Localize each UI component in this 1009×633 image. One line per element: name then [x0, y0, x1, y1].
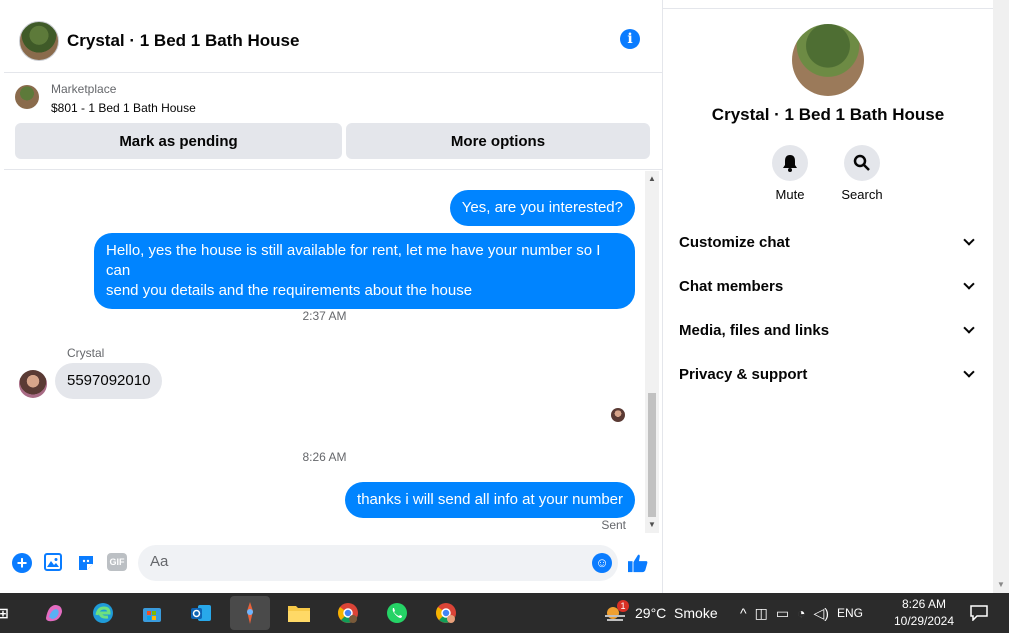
message-list[interactable]: Yes, are you interested? Hello, yes the … [4, 171, 645, 533]
battery-icon[interactable]: ▭ [776, 605, 789, 622]
message-input-wrapper: ☺ [138, 545, 618, 581]
profile-avatar[interactable] [792, 24, 864, 96]
listing-thumbnail[interactable] [15, 85, 39, 109]
seen-indicator-avatar [611, 408, 625, 422]
wifi-icon[interactable]: ◔ [797, 605, 805, 621]
sticker-icon[interactable] [76, 553, 96, 573]
search-icon [844, 145, 880, 181]
chrome-profile-icon[interactable] [333, 599, 363, 627]
chat-avatar[interactable] [19, 20, 59, 61]
marketplace-card: Marketplace $801 - 1 Bed 1 Bath House Ma… [4, 73, 663, 170]
page-scrollbar[interactable]: ▼ [993, 0, 1009, 593]
scroll-down-icon[interactable]: ▼ [997, 580, 1005, 589]
app-active-icon[interactable] [230, 596, 270, 630]
chevron-down-icon [963, 322, 975, 334]
gif-icon[interactable]: GIF [107, 553, 127, 571]
chrome-profile-2-icon[interactable] [431, 599, 461, 627]
message-scrollbar[interactable]: ▲ ▼ [645, 171, 659, 533]
message-outgoing[interactable]: Hello, yes the house is still available … [94, 233, 635, 309]
chevron-down-icon [963, 234, 975, 246]
weather-badge: 1 [617, 600, 629, 612]
store-icon[interactable] [137, 599, 167, 627]
message-line: Hello, yes the house is still available … [106, 242, 601, 279]
info-icon[interactable]: i [620, 29, 640, 49]
mute-label: Mute [775, 187, 805, 202]
timestamp: 2:37 AM [302, 309, 347, 323]
clock-date: 10/29/2024 [893, 614, 955, 628]
message-outgoing[interactable]: thanks i will send all info at your numb… [345, 482, 635, 518]
plus-icon[interactable]: + [12, 553, 32, 573]
thumbs-up-icon[interactable] [628, 553, 648, 573]
chat-panel: Crystal · 1 Bed 1 Bath House i Marketpla… [0, 0, 663, 593]
composer: + GIF ☺ [4, 535, 663, 591]
weather-widget[interactable]: 1 29°C Smoke [603, 593, 718, 633]
task-view-icon[interactable]: ⊞ [0, 599, 12, 627]
language-indicator[interactable]: ENG [837, 606, 863, 620]
message-line: send you details and the requirements ab… [106, 282, 473, 299]
message-incoming[interactable]: 5597092010 [55, 363, 163, 399]
chat-members-row[interactable]: Chat members [679, 271, 979, 301]
row-label: Customize chat [679, 233, 790, 251]
notification-icon[interactable] [964, 599, 994, 627]
scroll-thumb[interactable] [648, 393, 656, 517]
scroll-up-icon[interactable]: ▲ [648, 174, 656, 183]
weather-text: 29°C Smoke [635, 605, 718, 621]
chat-title[interactable]: Crystal · 1 Bed 1 Bath House [67, 31, 299, 51]
whatsapp-icon[interactable] [382, 599, 412, 627]
taskbar: ⊞ 1 29°C Smoke ^ ◫ ▭ ◔ ◁) ENG 8:26 AM 10… [0, 593, 1009, 633]
row-label: Privacy & support [679, 365, 808, 383]
sender-name: Crystal [67, 346, 105, 360]
row-label: Chat members [679, 277, 784, 295]
media-files-links-row[interactable]: Media, files and links [679, 315, 979, 345]
chevron-up-icon[interactable]: ^ [740, 605, 747, 621]
chevron-down-icon [963, 366, 975, 378]
sent-status: Sent [601, 518, 626, 532]
timestamp: 8:26 AM [302, 450, 347, 464]
system-tray: ^ ◫ ▭ ◔ ◁) ENG [740, 593, 863, 633]
file-explorer-icon[interactable] [284, 599, 314, 627]
volume-icon[interactable]: ◁) [814, 605, 829, 622]
more-options-button[interactable]: More options [346, 123, 650, 159]
mark-as-pending-button[interactable]: Mark as pending [15, 123, 342, 159]
emoji-icon[interactable]: ☺ [592, 553, 612, 573]
marketplace-label: Marketplace [51, 82, 117, 96]
profile-title: Crystal · 1 Bed 1 Bath House [711, 105, 945, 124]
clock-time: 8:26 AM [901, 597, 947, 611]
weather-icon: 1 [603, 600, 629, 623]
chat-header: Crystal · 1 Bed 1 Bath House i [4, 9, 663, 73]
clock[interactable]: 8:26 AM 10/29/2024 [886, 596, 962, 630]
search-button[interactable]: Search [832, 145, 892, 202]
privacy-support-row[interactable]: Privacy & support [679, 359, 979, 389]
edge-icon[interactable] [88, 599, 118, 627]
image-icon[interactable] [44, 553, 62, 571]
message-input[interactable] [150, 553, 570, 570]
search-label: Search [841, 187, 883, 202]
outlook-icon[interactable] [186, 599, 216, 627]
listing-title[interactable]: $801 - 1 Bed 1 Bath House [51, 101, 196, 115]
customize-chat-row[interactable]: Customize chat [679, 227, 979, 257]
sender-avatar[interactable] [19, 370, 47, 398]
message-outgoing[interactable]: Yes, are you interested? [449, 190, 635, 226]
bell-icon [772, 145, 808, 181]
scroll-down-icon[interactable]: ▼ [648, 520, 656, 529]
copilot-icon[interactable] [39, 599, 69, 627]
conversation-info-panel: Crystal · 1 Bed 1 Bath House Mute Search… [663, 9, 993, 593]
mute-button[interactable]: Mute [760, 145, 820, 202]
screen: Crystal · 1 Bed 1 Bath House i Marketpla… [0, 0, 1009, 633]
meet-now-icon[interactable]: ◫ [755, 605, 768, 622]
chevron-down-icon [963, 278, 975, 290]
row-label: Media, files and links [679, 321, 830, 339]
